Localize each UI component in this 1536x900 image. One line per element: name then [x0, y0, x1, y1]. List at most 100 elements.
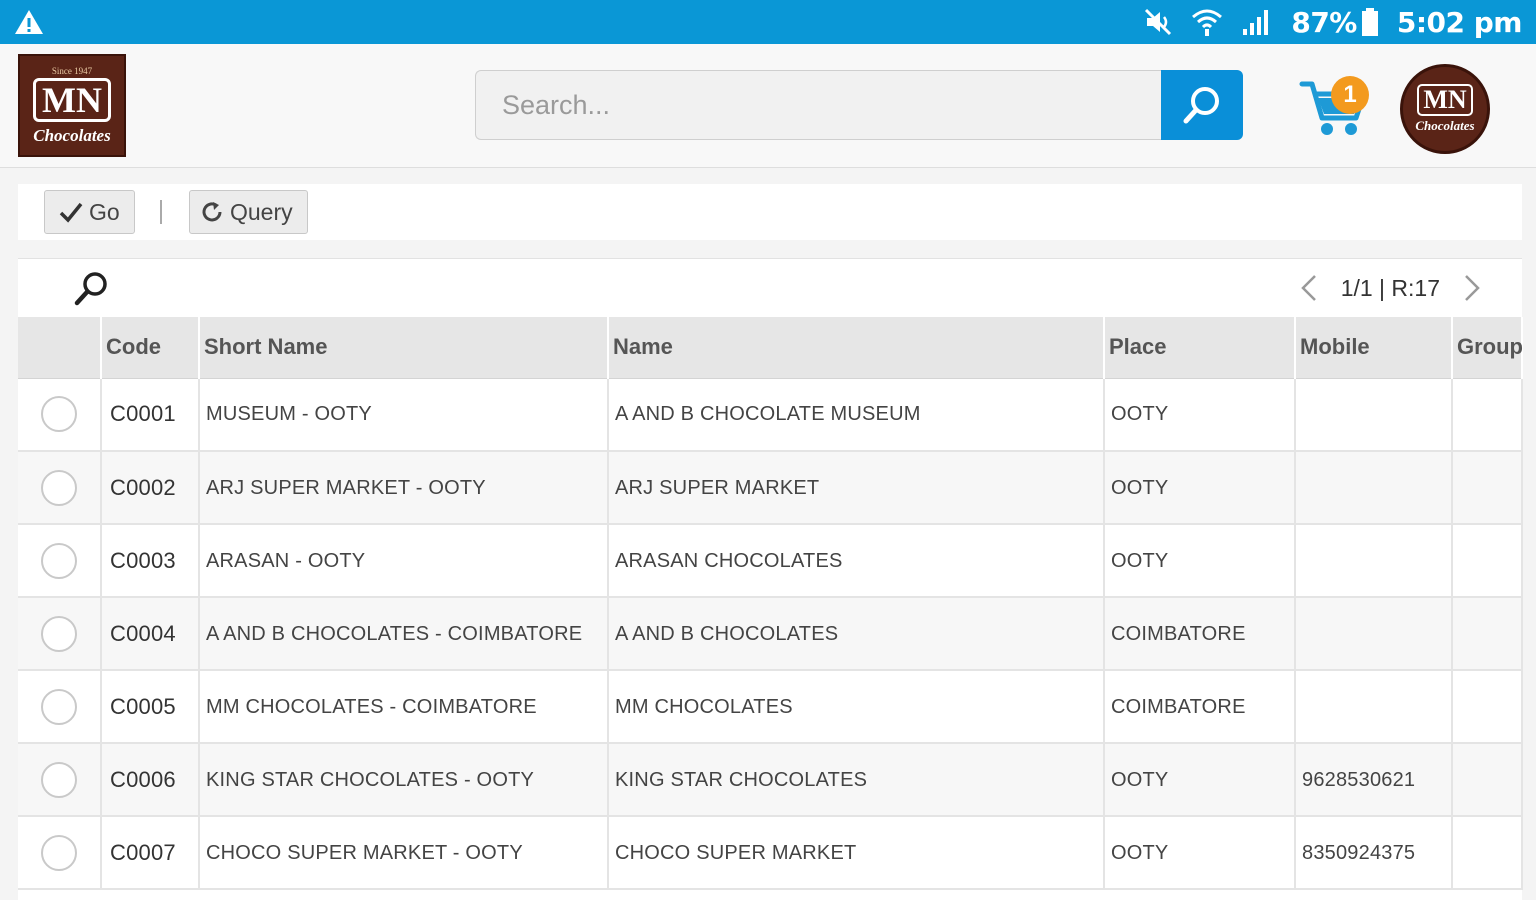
column-header-mobile[interactable]: Mobile: [1295, 317, 1453, 379]
cell-mobile: [1295, 378, 1453, 452]
row-select-cell: [18, 597, 102, 671]
cell-short-name: ARASAN - OOTY: [199, 524, 609, 598]
signal-icon: [1243, 10, 1269, 35]
cell-place: COIMBATORE: [1104, 597, 1296, 671]
app-header: Since 1947 MN Chocolates 1 MN Chocolates: [0, 44, 1536, 168]
row-select-cell: [18, 743, 102, 817]
cell-place: OOTY: [1104, 524, 1296, 598]
table-row[interactable]: C0007 CHOCO SUPER MARKET - OOTY CHOCO SU…: [18, 816, 1523, 890]
row-radio[interactable]: [41, 542, 77, 579]
column-header-place[interactable]: Place: [1104, 317, 1296, 379]
row-radio[interactable]: [41, 615, 77, 652]
row-select-cell: [18, 816, 102, 890]
cell-name: A AND B CHOCOLATES: [608, 597, 1105, 671]
row-select-cell: [18, 378, 102, 452]
row-radio[interactable]: [41, 469, 77, 506]
query-button[interactable]: Query: [189, 190, 308, 234]
table-row[interactable]: C0001 MUSEUM - OOTY A AND B CHOCOLATE MU…: [18, 378, 1523, 452]
column-header-short-name[interactable]: Short Name: [199, 317, 609, 379]
table-row[interactable]: C0006 KING STAR CHOCOLATES - OOTY KING S…: [18, 743, 1523, 817]
row-radio[interactable]: [41, 761, 77, 798]
avatar[interactable]: MN Chocolates: [1400, 64, 1490, 154]
cell-code: C0003: [101, 524, 200, 598]
cell-mobile: 9628530621: [1295, 743, 1453, 817]
table-row[interactable]: C0003 ARASAN - OOTY ARASAN CHOCOLATES OO…: [18, 524, 1523, 598]
action-toolbar: Go Query: [18, 184, 1522, 240]
clock: 5:02 pm: [1396, 5, 1523, 39]
table-row[interactable]: C0004 A AND B CHOCOLATES - COIMBATORE A …: [18, 597, 1523, 671]
cell-group: [1452, 597, 1523, 671]
row-select-cell: [18, 451, 102, 525]
chevron-right-icon[interactable]: [1462, 273, 1482, 303]
cell-code: C0004: [101, 597, 200, 671]
refresh-icon: [202, 202, 222, 222]
wifi-icon: [1192, 9, 1223, 36]
cell-name: KING STAR CHOCOLATES: [608, 743, 1105, 817]
column-header-code[interactable]: Code: [101, 317, 200, 379]
cell-place: COIMBATORE: [1104, 670, 1296, 744]
mute-icon: [1145, 8, 1172, 36]
cell-short-name: MM CHOCOLATES - COIMBATORE: [199, 670, 609, 744]
cell-group: [1452, 524, 1523, 598]
cell-group: [1452, 670, 1523, 744]
cell-code: C0002: [101, 451, 200, 525]
cell-place: OOTY: [1104, 816, 1296, 890]
query-label: Query: [230, 198, 293, 225]
cell-short-name: ARJ SUPER MARKET - OOTY: [199, 451, 609, 525]
cell-short-name: KING STAR CHOCOLATES - OOTY: [199, 743, 609, 817]
cell-short-name: CHOCO SUPER MARKET - OOTY: [199, 816, 609, 890]
avatar-tagline: Chocolates: [1415, 118, 1475, 133]
column-header-name[interactable]: Name: [608, 317, 1105, 379]
row-radio[interactable]: [41, 688, 77, 725]
search-icon: [1183, 87, 1219, 124]
logo-tagline: Chocolates: [33, 125, 111, 145]
cell-code: C0001: [101, 378, 200, 452]
battery-percent: 87%: [1291, 5, 1357, 39]
cell-place: OOTY: [1104, 378, 1296, 452]
chevron-left-icon[interactable]: [1299, 273, 1319, 303]
search-input[interactable]: [475, 70, 1163, 140]
cell-short-name: A AND B CHOCOLATES - COIMBATORE: [199, 597, 609, 671]
cell-name: ARJ SUPER MARKET: [608, 451, 1105, 525]
cart-count-badge: 1: [1331, 76, 1369, 114]
table-row[interactable]: C0005 MM CHOCOLATES - COIMBATORE MM CHOC…: [18, 670, 1523, 744]
cell-mobile: [1295, 597, 1453, 671]
table-row[interactable]: C0002 ARJ SUPER MARKET - OOTY ARJ SUPER …: [18, 451, 1523, 525]
cell-place: OOTY: [1104, 743, 1296, 817]
cell-group: [1452, 743, 1523, 817]
pager-text: 1/1 | R:17: [1340, 274, 1440, 301]
avatar-brand: MN: [1417, 84, 1473, 116]
row-radio[interactable]: [41, 396, 77, 433]
warning-icon: [15, 10, 43, 34]
go-button[interactable]: Go: [44, 190, 135, 234]
logo-since: Since 1947: [51, 65, 93, 76]
column-header-group[interactable]: Group: [1452, 317, 1523, 379]
cell-code: C0007: [101, 816, 200, 890]
cell-name: A AND B CHOCOLATE MUSEUM: [608, 378, 1105, 452]
row-select-cell: [18, 670, 102, 744]
customer-grid: 1/1 | R:17 Code Short Name Name Place Mo…: [18, 258, 1523, 900]
cell-group: [1452, 816, 1523, 890]
pager: 1/1 | R:17: [1299, 259, 1482, 317]
customer-table: Code Short Name Name Place Mobile Group …: [18, 317, 1523, 890]
status-bar: 87% 5:02 pm: [0, 0, 1536, 44]
search-button[interactable]: [1161, 70, 1243, 140]
cell-short-name: MUSEUM - OOTY: [199, 378, 609, 452]
go-label: Go: [89, 198, 120, 225]
battery-icon: [1361, 8, 1378, 36]
cell-mobile: [1295, 524, 1453, 598]
cell-code: C0005: [101, 670, 200, 744]
cell-name: CHOCO SUPER MARKET: [608, 816, 1105, 890]
grid-toolbar: 1/1 | R:17: [18, 259, 1522, 317]
row-radio[interactable]: [41, 834, 77, 871]
brand-logo[interactable]: Since 1947 MN Chocolates: [18, 54, 126, 157]
grid-search-icon[interactable]: [72, 269, 112, 309]
cell-place: OOTY: [1104, 451, 1296, 525]
check-icon: [59, 202, 83, 223]
column-header-select: [18, 317, 102, 379]
cell-code: C0006: [101, 743, 200, 817]
search-bar: [475, 70, 1243, 140]
cell-name: MM CHOCOLATES: [608, 670, 1105, 744]
cell-mobile: [1295, 670, 1453, 744]
content-area: Go Query 1/1 | R:17 Code Short Name Name…: [0, 168, 1536, 900]
